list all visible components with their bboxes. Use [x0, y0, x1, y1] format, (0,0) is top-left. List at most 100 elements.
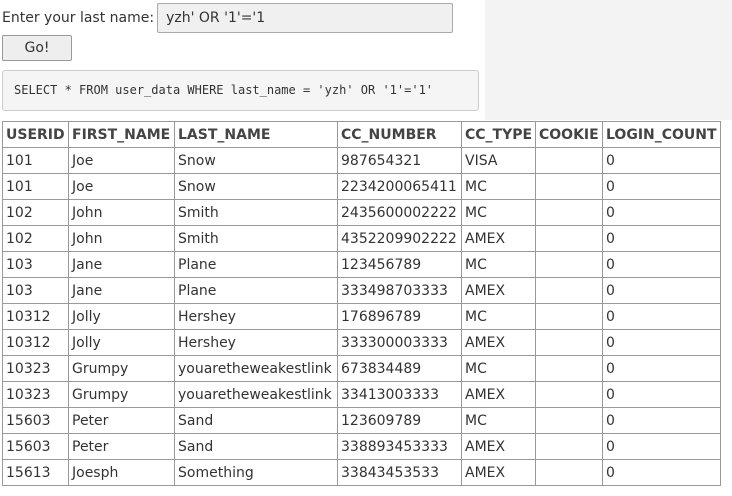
table-row: 10323 Grumpy youaretheweakestlink 334130033… — [2, 381, 721, 408]
cell-cc-type: MC — [461, 407, 536, 434]
cell-userid: 15613 — [2, 459, 69, 486]
table-body: 101 Joe Snow 987654321 VISA 0 101 Joe Snow 223420… — [2, 147, 721, 486]
cell-cc-number: 123609789 — [337, 407, 462, 434]
cell-cookie — [535, 225, 603, 252]
cell-first-name: John — [68, 225, 175, 252]
column-header-cookie: COOKIE — [535, 121, 603, 148]
cell-cookie — [535, 251, 603, 278]
cell-userid: 10323 — [2, 355, 69, 382]
cell-last-name: Something — [174, 459, 338, 486]
cell-userid: 103 — [2, 277, 69, 304]
cell-cc-number: 673834489 — [337, 355, 462, 382]
cell-cc-type: MC — [461, 173, 536, 200]
cell-login-count: 0 — [602, 251, 721, 278]
cell-userid: 103 — [2, 251, 69, 278]
cell-login-count: 0 — [602, 329, 721, 356]
cell-last-name: Plane — [174, 277, 338, 304]
cell-userid: 102 — [2, 199, 69, 226]
cell-cookie — [535, 355, 603, 382]
table-row: 15603 Peter Sand 123609789 MC 0 — [2, 407, 721, 434]
lastname-label: Enter your last name: — [2, 10, 155, 26]
table-header-row: USERID FIRST_NAME LAST_NAME CC_NUMBER CC… — [2, 121, 721, 148]
cell-cc-number: 987654321 — [337, 147, 462, 174]
cell-first-name: Grumpy — [68, 381, 175, 408]
table-row: 15603 Peter Sand 338893453333 AMEX 0 — [2, 433, 721, 460]
lastname-input[interactable] — [157, 3, 454, 33]
cell-cc-type: VISA — [461, 147, 536, 174]
cell-cc-type: AMEX — [461, 381, 536, 408]
cell-cc-number: 2435600002222 — [337, 199, 462, 226]
cell-login-count: 0 — [602, 355, 721, 382]
table-row: 103 Jane Plane 123456789 MC 0 — [2, 251, 721, 278]
cell-userid: 101 — [2, 147, 69, 174]
cell-cc-type: MC — [461, 251, 536, 278]
cell-cc-number: 33843453533 — [337, 459, 462, 486]
cell-last-name: Sand — [174, 433, 338, 460]
lastname-form: Enter your last name: — [2, 2, 454, 34]
cell-first-name: Peter — [68, 433, 175, 460]
cell-first-name: Joe — [68, 173, 175, 200]
cell-cookie — [535, 199, 603, 226]
table-row: 15613 Joesph Something 33843453533 AMEX 0 — [2, 459, 721, 486]
cell-userid: 10312 — [2, 303, 69, 330]
cell-userid: 101 — [2, 173, 69, 200]
cell-cc-type: AMEX — [461, 433, 536, 460]
cell-first-name: Jane — [68, 251, 175, 278]
table-row: 10312 Jolly Hershey 333300003333 AMEX 0 — [2, 329, 721, 356]
cell-last-name: Smith — [174, 199, 338, 226]
column-header-first-name: FIRST_NAME — [68, 121, 175, 148]
cell-cookie — [535, 303, 603, 330]
cell-last-name: Snow — [174, 173, 338, 200]
go-button[interactable]: Go! — [2, 35, 72, 61]
cell-login-count: 0 — [602, 381, 721, 408]
cell-login-count: 0 — [602, 199, 721, 226]
column-header-userid: USERID — [2, 121, 69, 148]
cell-last-name: Hershey — [174, 303, 338, 330]
column-header-last-name: LAST_NAME — [174, 121, 338, 148]
cell-login-count: 0 — [602, 277, 721, 304]
cell-last-name: Sand — [174, 407, 338, 434]
cell-first-name: Joe — [68, 147, 175, 174]
cell-userid: 10323 — [2, 381, 69, 408]
column-header-cc-type: CC_TYPE — [461, 121, 536, 148]
table-row: 102 John Smith 4352209902222 AMEX 0 — [2, 225, 721, 252]
cell-first-name: Joesph — [68, 459, 175, 486]
cell-login-count: 0 — [602, 407, 721, 434]
cell-last-name: youaretheweakestlink — [174, 355, 338, 382]
cell-login-count: 0 — [602, 173, 721, 200]
cell-login-count: 0 — [602, 433, 721, 460]
cell-first-name: John — [68, 199, 175, 226]
table-row: 103 Jane Plane 333498703333 AMEX 0 — [2, 277, 721, 304]
table-row: 101 Joe Snow 2234200065411 MC 0 — [2, 173, 721, 200]
user-data-table: USERID FIRST_NAME LAST_NAME CC_NUMBER CC… — [2, 121, 721, 486]
cell-cookie — [535, 433, 603, 460]
table-row: 10323 Grumpy youaretheweakestlink 673834489… — [2, 355, 721, 382]
cell-userid: 10312 — [2, 329, 69, 356]
cell-cookie — [535, 407, 603, 434]
cell-first-name: Jolly — [68, 329, 175, 356]
cell-login-count: 0 — [602, 147, 721, 174]
cell-cookie — [535, 173, 603, 200]
cell-cc-number: 33413003333 — [337, 381, 462, 408]
cell-cc-type: AMEX — [461, 277, 536, 304]
cell-cc-type: MC — [461, 355, 536, 382]
cell-last-name: Snow — [174, 147, 338, 174]
cell-userid: 102 — [2, 225, 69, 252]
cell-first-name: Peter — [68, 407, 175, 434]
sql-query-display: SELECT * FROM user_data WHERE last_name … — [2, 70, 479, 111]
cell-cookie — [535, 329, 603, 356]
cell-cc-number: 123456789 — [337, 251, 462, 278]
cell-cc-number: 2234200065411 — [337, 173, 462, 200]
cell-userid: 15603 — [2, 433, 69, 460]
cell-first-name: Grumpy — [68, 355, 175, 382]
column-header-cc-number: CC_NUMBER — [337, 121, 462, 148]
cell-userid: 15603 — [2, 407, 69, 434]
cell-last-name: Smith — [174, 225, 338, 252]
cell-cookie — [535, 147, 603, 174]
table-row: 101 Joe Snow 987654321 VISA 0 — [2, 147, 721, 174]
cell-first-name: Jane — [68, 277, 175, 304]
cell-last-name: Plane — [174, 251, 338, 278]
cell-login-count: 0 — [602, 459, 721, 486]
table-row: 10312 Jolly Hershey 176896789 MC 0 — [2, 303, 721, 330]
cell-cc-type: AMEX — [461, 225, 536, 252]
